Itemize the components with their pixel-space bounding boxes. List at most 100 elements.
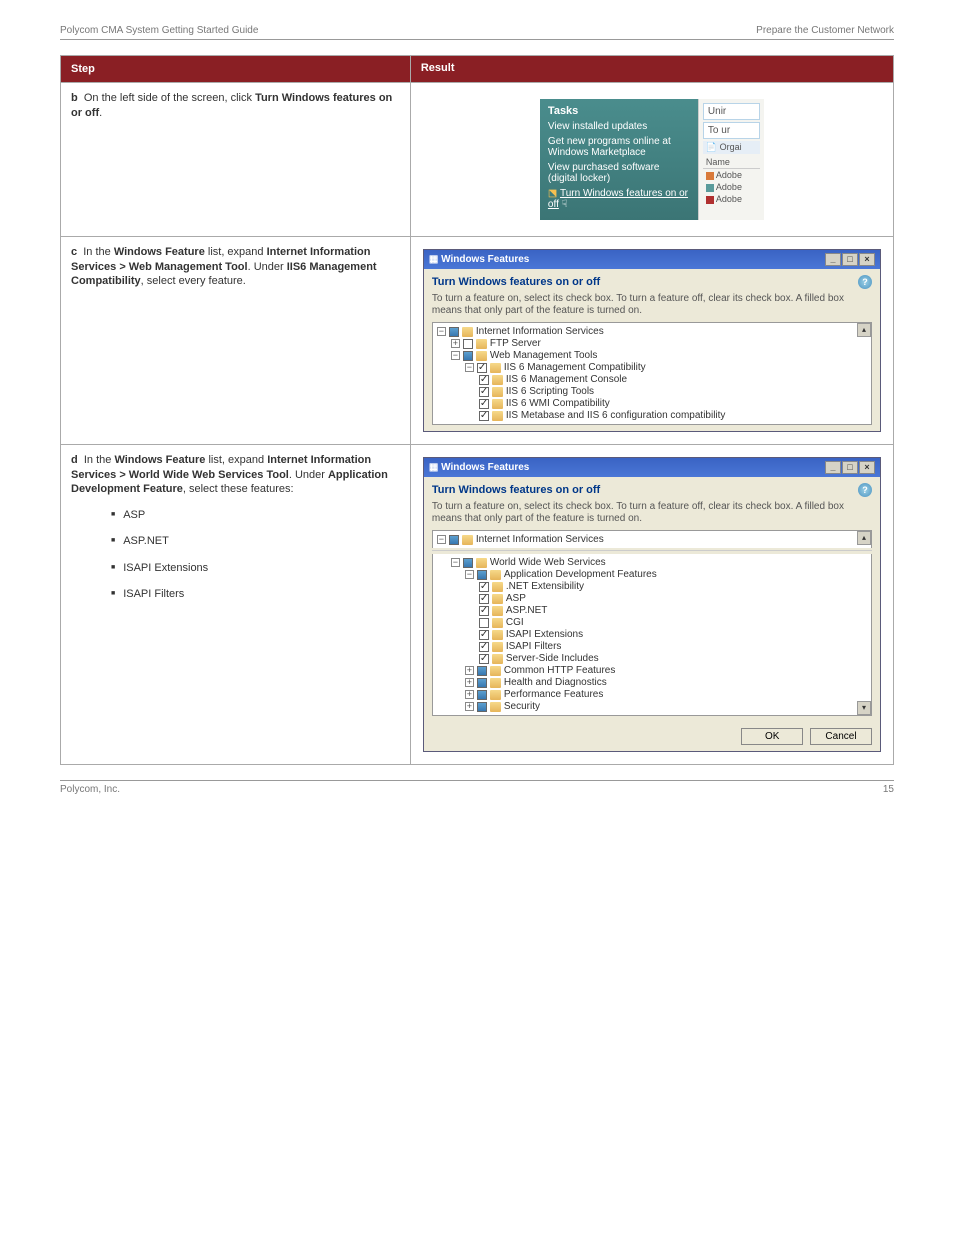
- checkbox[interactable]: [463, 351, 473, 361]
- collapse-icon[interactable]: −: [451, 558, 460, 567]
- checkbox[interactable]: [479, 618, 489, 628]
- collapse-icon[interactable]: −: [465, 363, 474, 372]
- step-letter: d: [71, 454, 78, 466]
- task-item[interactable]: View purchased software (digital locker): [548, 162, 690, 184]
- collapse-icon[interactable]: −: [437, 535, 446, 544]
- header-left: Polycom CMA System Getting Started Guide: [60, 25, 258, 36]
- col-result: Result: [410, 56, 893, 83]
- task-item[interactable]: View installed updates: [548, 121, 690, 132]
- close-button[interactable]: ×: [859, 461, 875, 474]
- minimize-button[interactable]: _: [825, 461, 841, 474]
- result-cell-d: ▦ Windows Features _ □ × Turn Windows fe…: [410, 445, 893, 765]
- task-item[interactable]: Get new programs online at Windows Marke…: [548, 136, 690, 158]
- table-header-row: Step Result: [61, 56, 894, 83]
- list-item: ISAPI Filters: [111, 587, 400, 601]
- folder-icon: [492, 375, 503, 385]
- app-icon: [706, 184, 714, 192]
- checkbox[interactable]: [463, 339, 473, 349]
- wf-heading: Turn Windows features on or off: [432, 276, 600, 288]
- folder-icon: [492, 594, 503, 604]
- collapse-icon[interactable]: −: [465, 570, 474, 579]
- checkbox[interactable]: [477, 702, 487, 712]
- checkbox[interactable]: [479, 375, 489, 385]
- windows-features-dialog: ▦ Windows Features _ □ × Turn Windows fe…: [423, 249, 881, 432]
- checkbox[interactable]: [479, 582, 489, 592]
- close-button[interactable]: ×: [859, 253, 875, 266]
- tree-item: ASP: [479, 593, 855, 604]
- break-line: [432, 550, 872, 552]
- expand-icon[interactable]: +: [465, 666, 474, 675]
- scroll-up-button[interactable]: ▴: [857, 323, 871, 337]
- folder-icon: [476, 351, 487, 361]
- wf-tree: ▴ −Internet Information Services +FTP Se…: [432, 322, 872, 425]
- cancel-button[interactable]: Cancel: [810, 728, 872, 745]
- rp-tour: To ur: [703, 122, 760, 139]
- programs-pane: Unir To ur 📄 Orgai Name Adobe Adobe Adob…: [698, 99, 764, 220]
- folder-icon: [492, 387, 503, 397]
- checkbox[interactable]: [479, 399, 489, 409]
- checkbox[interactable]: [479, 594, 489, 604]
- expand-icon[interactable]: +: [465, 678, 474, 687]
- rp-orga: 📄 Orgai: [703, 141, 760, 154]
- folder-icon: [492, 618, 503, 628]
- folder-icon: [476, 339, 487, 349]
- expand-icon[interactable]: +: [451, 339, 460, 348]
- wf-tree-top: ▴ −Internet Information Services: [432, 530, 872, 548]
- rp-name: Name: [703, 156, 760, 169]
- checkbox[interactable]: [479, 387, 489, 397]
- tree-item: Server-Side Includes: [479, 653, 855, 664]
- ok-button[interactable]: OK: [741, 728, 803, 745]
- folder-icon: [492, 606, 503, 616]
- collapse-icon[interactable]: −: [451, 351, 460, 360]
- help-icon[interactable]: ?: [858, 483, 872, 497]
- step-letter: c: [71, 246, 77, 258]
- checkbox[interactable]: [479, 654, 489, 664]
- maximize-button[interactable]: □: [842, 253, 858, 266]
- checkbox[interactable]: [479, 606, 489, 616]
- table-row: c In the Windows Feature list, expand In…: [61, 237, 894, 445]
- list-item: ISAPI Extensions: [111, 561, 400, 575]
- checkbox[interactable]: [477, 666, 487, 676]
- tree-label: CGI: [506, 617, 524, 628]
- wf-heading: Turn Windows features on or off: [432, 484, 600, 496]
- header-right: Prepare the Customer Network: [756, 25, 894, 36]
- app-icon: ▦: [429, 254, 438, 265]
- footer-left: Polycom, Inc.: [60, 784, 120, 795]
- checkbox[interactable]: [479, 642, 489, 652]
- folder-icon: [490, 363, 501, 373]
- checkbox[interactable]: [449, 327, 459, 337]
- folder-icon: [476, 558, 487, 568]
- tree-label: ISAPI Extensions: [506, 629, 583, 640]
- expand-icon[interactable]: +: [465, 690, 474, 699]
- minimize-button[interactable]: _: [825, 253, 841, 266]
- list-item: ASP.NET: [111, 534, 400, 548]
- checkbox[interactable]: [477, 363, 487, 373]
- help-icon[interactable]: ?: [858, 275, 872, 289]
- checkbox[interactable]: [477, 570, 487, 580]
- checkbox[interactable]: [449, 535, 459, 545]
- checkbox[interactable]: [477, 678, 487, 688]
- checkbox[interactable]: [479, 630, 489, 640]
- feature-check-list: ASP ASP.NET ISAPI Extensions ISAPI Filte…: [71, 508, 400, 601]
- folder-icon: [490, 702, 501, 712]
- wf-title: Windows Features: [441, 254, 529, 265]
- tree-item: ISAPI Extensions: [479, 629, 855, 640]
- step-text: On the left side of the screen, click: [84, 92, 252, 104]
- folder-icon: [462, 535, 473, 545]
- scroll-down-button[interactable]: ▾: [857, 701, 871, 715]
- table-row: b On the left side of the screen, click …: [61, 83, 894, 237]
- wf-desc: To turn a feature on, select its check b…: [432, 501, 872, 524]
- tree-label: Server-Side Includes: [506, 653, 599, 664]
- step-cell-d: d In the Windows Feature list, expand In…: [61, 445, 411, 765]
- checkbox[interactable]: [463, 558, 473, 568]
- folder-icon: [492, 411, 503, 421]
- checkbox[interactable]: [477, 690, 487, 700]
- scroll-up-button[interactable]: ▴: [857, 531, 871, 545]
- collapse-icon[interactable]: −: [437, 327, 446, 336]
- checkbox[interactable]: [479, 411, 489, 421]
- result-cell-b: Tasks View installed updates Get new pro…: [410, 83, 893, 237]
- turn-features-link[interactable]: ⬔ Turn Windows features on or off ☟: [548, 188, 690, 210]
- maximize-button[interactable]: □: [842, 461, 858, 474]
- folder-icon: [492, 654, 503, 664]
- expand-icon[interactable]: +: [465, 702, 474, 711]
